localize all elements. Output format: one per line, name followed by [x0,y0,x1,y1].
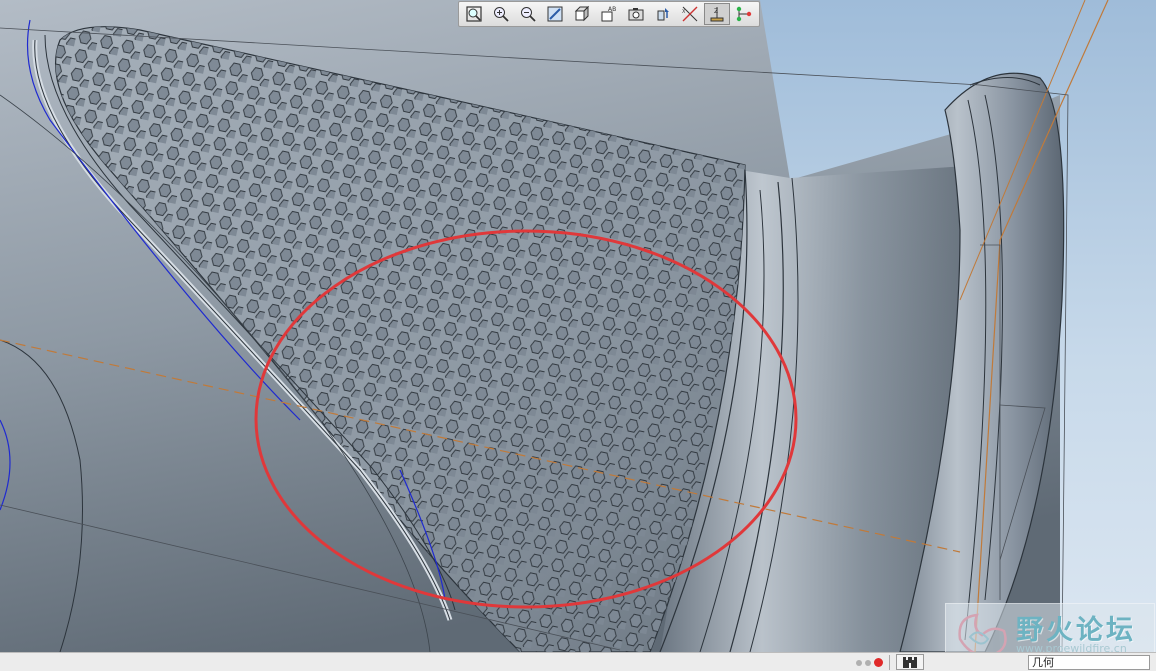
castle-icon [903,657,917,668]
zoom-out-button[interactable] [515,3,541,25]
status-bar: 几何 [0,652,1156,671]
status-separator [889,655,890,670]
datum-display-icon: X [682,6,698,22]
graphics-viewport[interactable]: AB X Z 野火论坛 www.proewildfire.cn [0,0,1156,652]
selection-filter-button[interactable] [896,654,924,670]
display-style-button[interactable] [569,3,595,25]
status-dot [856,659,862,666]
regen-needed-dot[interactable] [874,658,883,667]
regen-status-indicator [856,658,883,667]
svg-text:Z: Z [714,8,718,15]
svg-text:AB: AB [608,6,616,13]
view-toolbar: AB X Z [458,1,760,27]
annotation-display-icon: Z [710,7,724,22]
display-style-icon [574,5,590,22]
refit-icon [466,6,482,22]
svg-text:X: X [682,9,686,15]
zoom-in-button[interactable] [488,3,514,25]
watermark-url: www.proewildfire.cn [1016,642,1127,652]
saved-views-button[interactable]: AB [596,3,622,25]
refit-button[interactable] [461,3,487,25]
repaint-icon [547,6,563,22]
repaint-button[interactable] [542,3,568,25]
saved-views-icon: AB [601,6,616,22]
zoom-in-icon [494,7,509,22]
network-icon [736,6,752,22]
camera-icon [628,8,644,21]
spin-center-button[interactable] [650,3,676,25]
selection-filter-select[interactable]: 几何 [1028,655,1150,670]
forum-logo-icon [958,613,1007,652]
zoom-out-icon [521,7,536,22]
camera-button[interactable] [623,3,649,25]
model-scene[interactable] [0,0,1156,652]
datum-display-button[interactable]: X [677,3,703,25]
status-dot [865,659,871,666]
annotation-display-button[interactable]: Z [704,3,730,25]
network-button[interactable] [731,3,757,25]
spin-center-icon [657,8,669,21]
forum-watermark: 野火论坛 www.proewildfire.cn [945,603,1155,652]
